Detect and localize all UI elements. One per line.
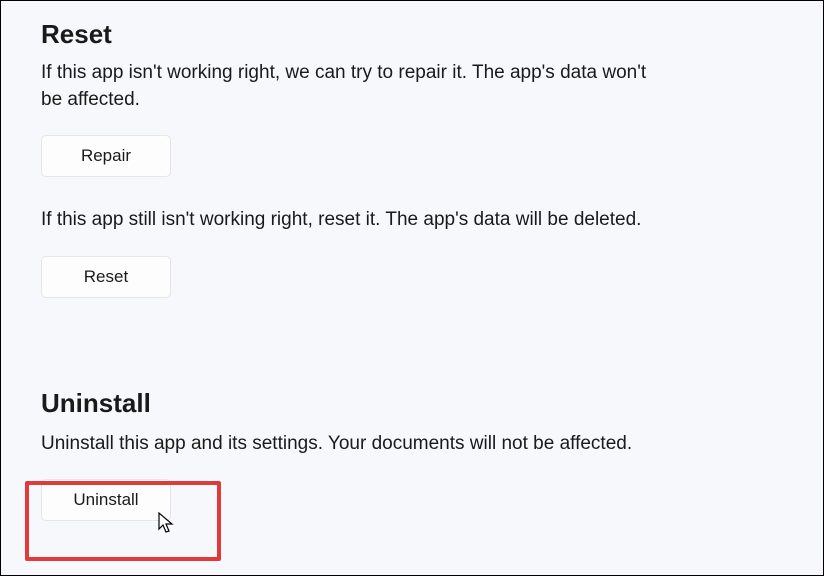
- uninstall-heading: Uninstall: [41, 388, 783, 419]
- repair-button[interactable]: Repair: [41, 135, 171, 177]
- reset-description: If this app still isn't working right, r…: [41, 207, 721, 234]
- reset-button[interactable]: Reset: [41, 256, 171, 298]
- uninstall-description: Uninstall this app and its settings. You…: [41, 431, 721, 458]
- repair-description: If this app isn't working right, we can …: [41, 60, 671, 113]
- uninstall-button[interactable]: Uninstall: [41, 479, 171, 521]
- reset-heading: Reset: [41, 19, 783, 50]
